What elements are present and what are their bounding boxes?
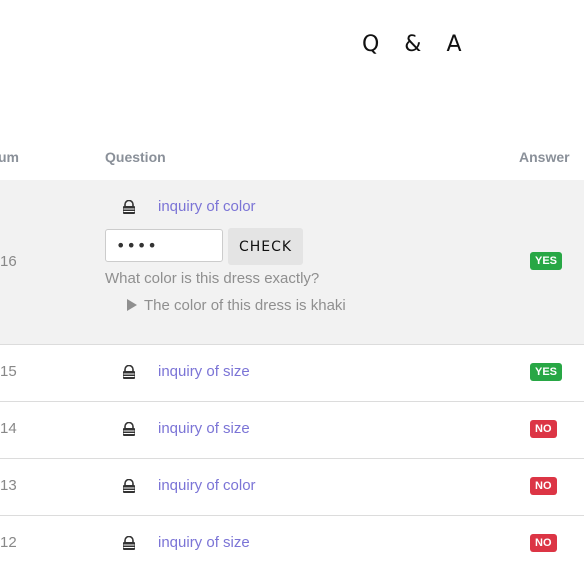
status-badge: NO [530,534,557,552]
column-header-num: um [0,149,19,165]
status-badge: NO [530,477,557,495]
question-text: What color is this dress exactly? [105,270,320,287]
question-title-link[interactable]: inquiry of color [158,477,256,494]
table-row[interactable]: 15 inquiry of size YES [0,345,584,402]
caret-right-icon [127,299,137,311]
row-number: 15 [0,363,17,380]
column-header-question: Question [105,149,166,165]
question-title-link[interactable]: inquiry of size [158,363,250,380]
question-title-link[interactable]: inquiry of size [158,534,250,551]
question-title-link[interactable]: inquiry of color [158,198,256,215]
table-row[interactable]: 14 inquiry of size NO [0,402,584,459]
password-input[interactable] [105,229,223,262]
page-title: Q & A [362,32,468,57]
check-button[interactable]: CHECK [228,228,303,265]
table-header: um Question Answer [0,140,584,181]
status-badge: YES [530,363,563,381]
status-badge: YES [530,252,563,270]
answer-text: The color of this dress is khaki [144,297,346,314]
lock-icon [123,422,135,436]
row-number: 13 [0,477,17,494]
row-number: 14 [0,420,17,437]
lock-icon [123,536,135,550]
answer-toggle[interactable]: The color of this dress is khaki [127,297,346,314]
row-number: 16 [0,253,17,270]
row-number: 12 [0,534,17,551]
column-header-answer: Answer [519,149,570,165]
lock-icon [123,365,135,379]
question-title-link[interactable]: inquiry of size [158,420,250,437]
table-row[interactable]: 12 inquiry of size NO [0,516,584,572]
lock-icon [123,200,135,214]
table-row-expanded: 16 inquiry of color CHECK What color is … [0,180,584,345]
status-badge: NO [530,420,557,438]
lock-icon [123,479,135,493]
table-row[interactable]: 13 inquiry of color NO [0,459,584,516]
